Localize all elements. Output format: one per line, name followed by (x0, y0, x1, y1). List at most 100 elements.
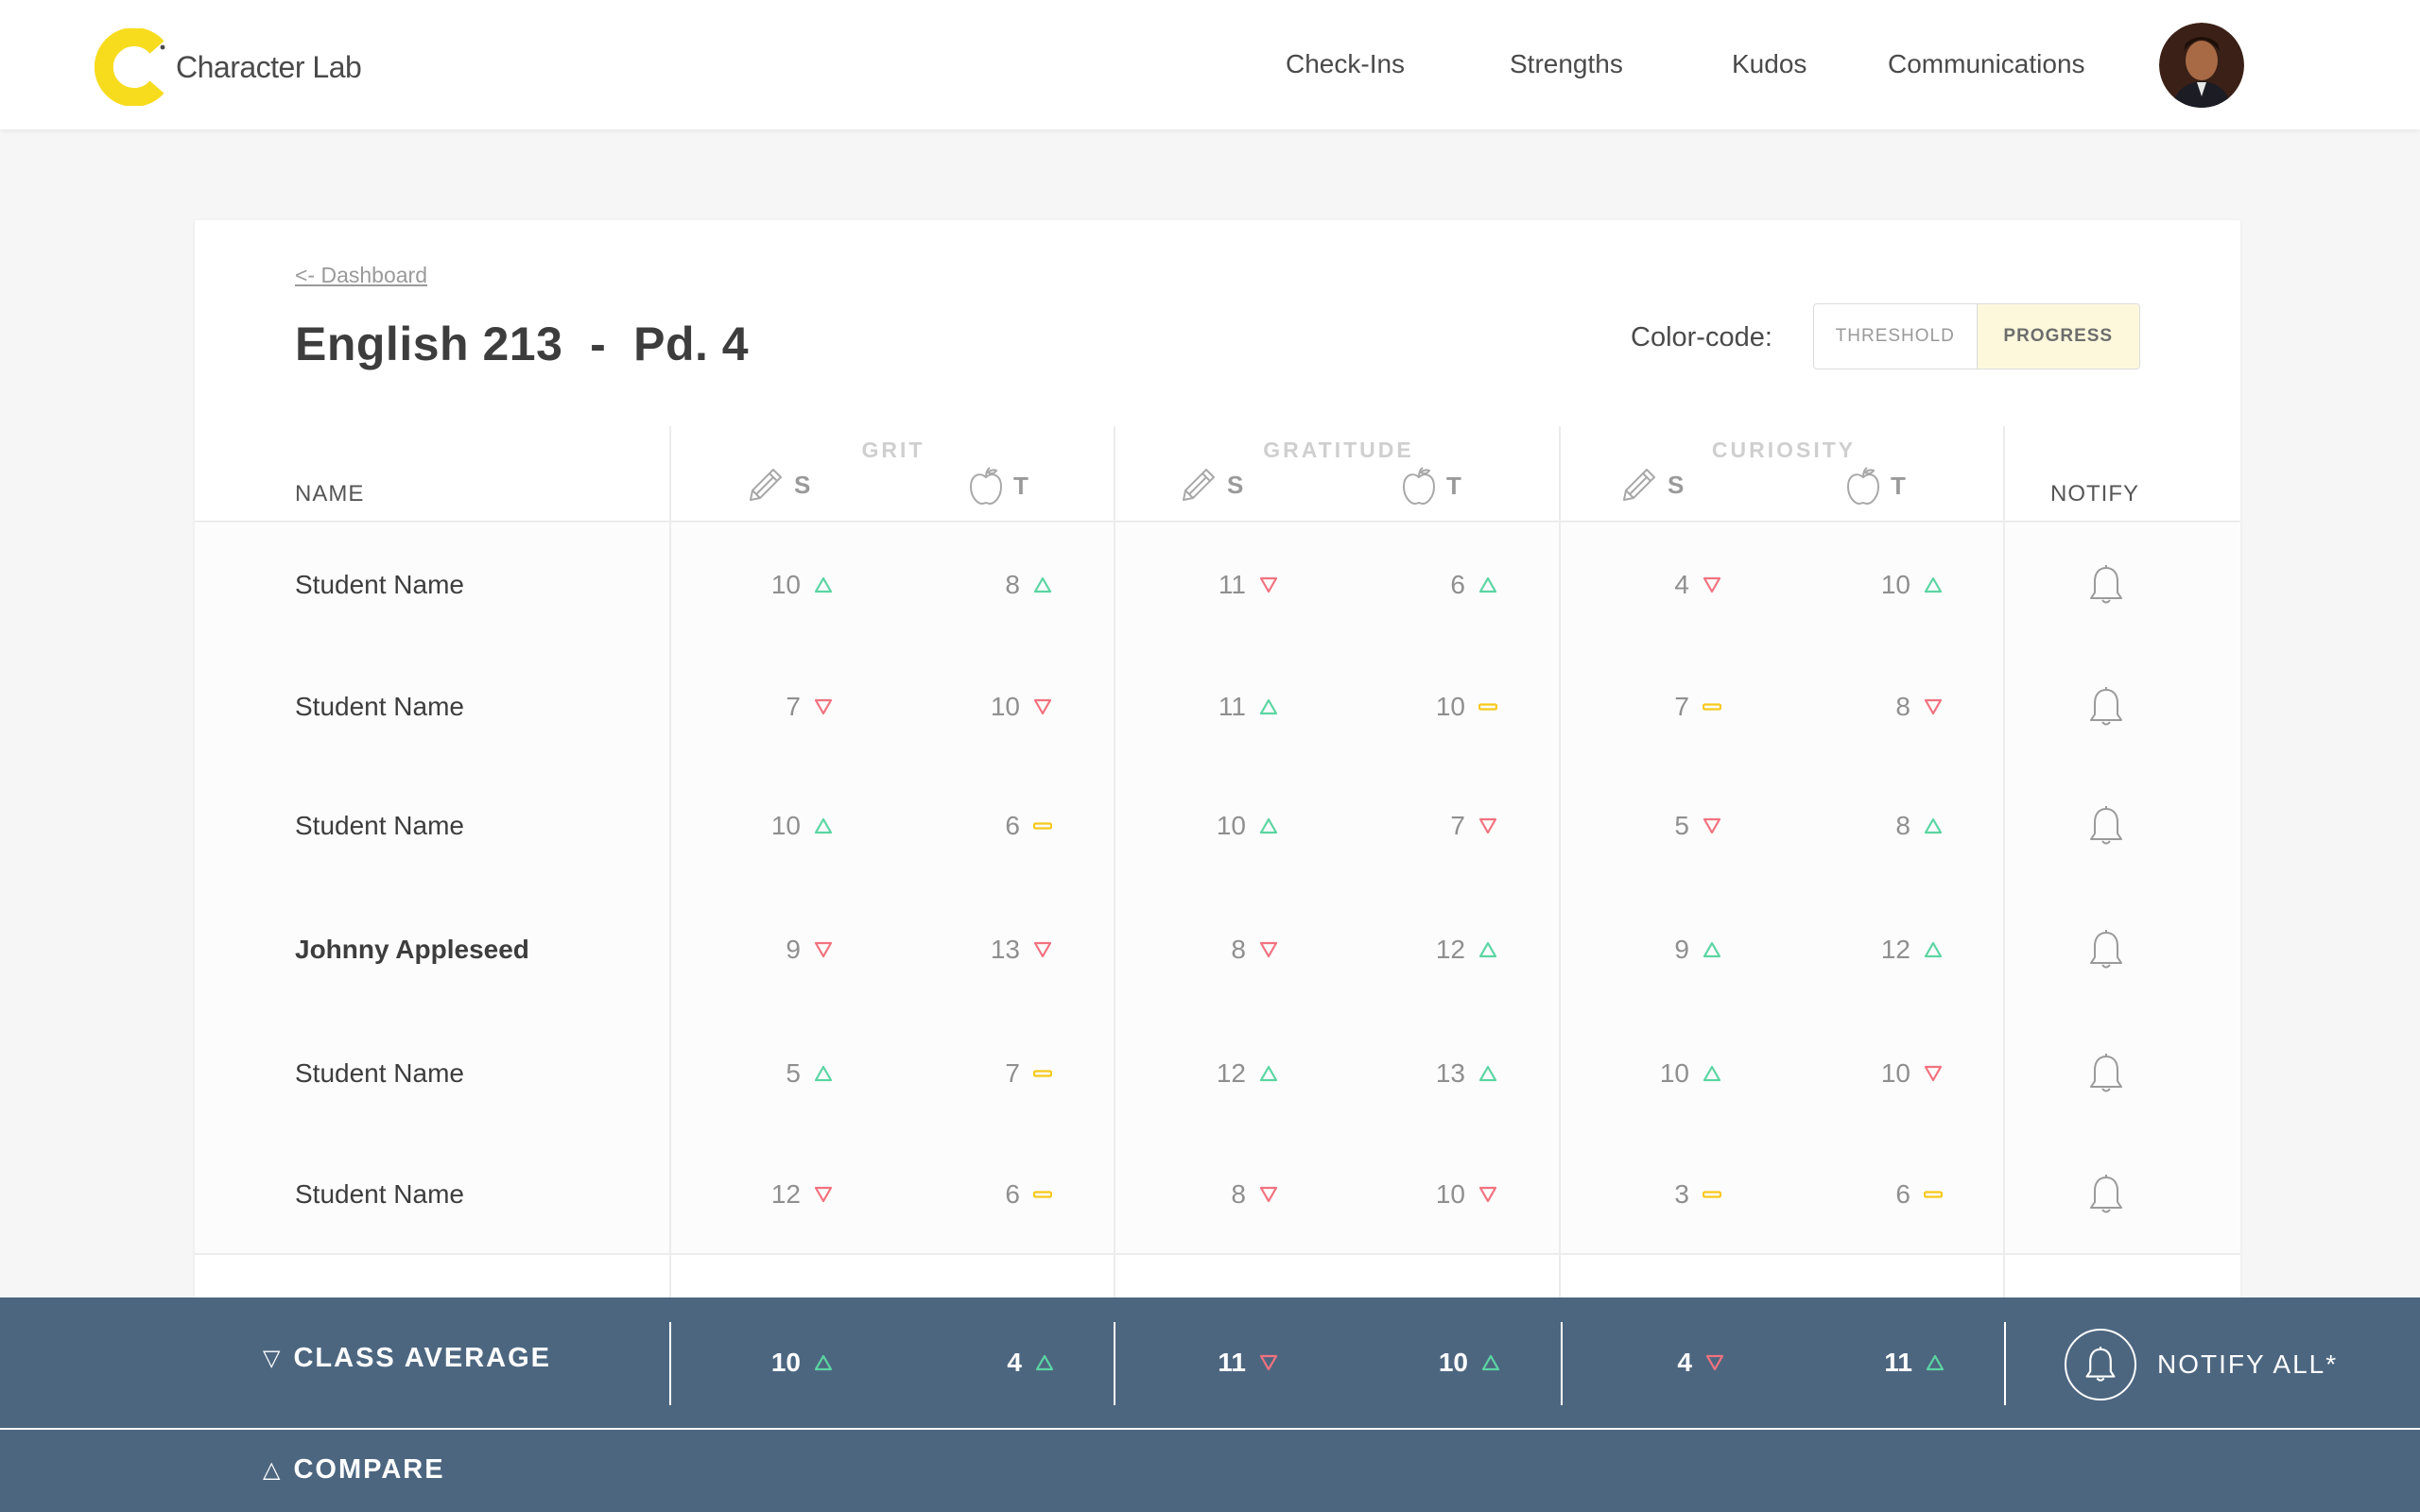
score-value: 6 (1450, 570, 1465, 599)
score-value: 5 (786, 1058, 801, 1088)
score-value: 8 (1231, 1178, 1246, 1209)
nav-check-ins[interactable]: Check-Ins (1286, 49, 1405, 79)
score-value: 8 (1231, 934, 1246, 964)
trend-down-icon (1033, 941, 1052, 957)
trend-flat-icon (1033, 1070, 1052, 1077)
student-name[interactable]: Student Name (295, 570, 464, 600)
notify-all-bell-icon (2065, 1329, 2136, 1400)
score-value: 7 (1005, 1058, 1020, 1088)
score-value: 10 (1216, 811, 1246, 840)
score-value: 9 (1674, 934, 1689, 964)
bell-icon[interactable] (2087, 564, 2125, 606)
score-value: 10 (770, 811, 801, 840)
trend-down-icon (814, 1186, 833, 1202)
score-value: 6 (1005, 811, 1020, 840)
trend-down-icon (1703, 576, 1721, 593)
score-value: 10 (990, 691, 1020, 721)
trend-up-icon (1033, 576, 1052, 593)
bell-icon[interactable] (2087, 1174, 2125, 1215)
class-average-toggle[interactable]: ▽ CLASS AVERAGE (263, 1343, 551, 1374)
score-value: 12 (770, 1178, 801, 1209)
score-value: 10 (1659, 1058, 1689, 1088)
student-name[interactable]: Student Name (295, 1179, 464, 1210)
notify-column-header: NOTIFY (2050, 481, 2139, 507)
curiosity-group-header: CURIOSITY (1711, 438, 1857, 462)
score-value: 10 (1880, 570, 1910, 599)
page-title: English 213 - Pd. 4 (295, 318, 750, 370)
score-value: 9 (786, 934, 801, 964)
grit-group-header: GRIT (861, 438, 925, 462)
trend-up-icon (1478, 1065, 1497, 1082)
table-row[interactable]: Student Name 7 10 11 10 7 8 (195, 647, 2240, 767)
trend-down-icon (1033, 698, 1052, 714)
trend-up-icon (814, 1354, 833, 1371)
score-value: 10 (770, 570, 801, 599)
compare-toggle[interactable]: △ COMPARE (263, 1454, 445, 1486)
user-avatar[interactable] (2159, 23, 2244, 108)
student-name[interactable]: Student Name (295, 692, 464, 722)
sub-header-label: S (1227, 470, 1244, 499)
progress-option[interactable]: PROGRESS (1977, 304, 2139, 369)
trend-up-icon (814, 817, 833, 834)
collapse-triangle-icon: △ (263, 1457, 283, 1483)
score-value: 12 (1216, 1058, 1246, 1088)
score-value: 10 (1880, 1058, 1910, 1088)
notify-all-button[interactable]: NOTIFY ALL* (2065, 1329, 2338, 1400)
nav-kudos[interactable]: Kudos (1732, 49, 1806, 79)
trend-up-icon (1703, 1065, 1721, 1082)
average-value: 10 (770, 1348, 801, 1377)
logo-c-icon (95, 28, 165, 106)
nav-communications[interactable]: Communications (1888, 49, 2085, 79)
score-value: 11 (1218, 570, 1246, 599)
compare-bar: △ COMPARE (0, 1430, 2420, 1512)
notify-all-label: NOTIFY ALL* (2157, 1349, 2339, 1379)
table-row[interactable]: Student Name 10 8 11 6 4 10 (195, 523, 2240, 649)
score-value: 3 (1674, 1178, 1689, 1209)
sub-header-label: S (1668, 470, 1685, 499)
sub-header-label: S (794, 470, 811, 499)
teacher-report-column-header: T (1845, 466, 1906, 506)
average-value: 4 (1007, 1348, 1022, 1377)
top-navigation-bar: Character Lab Check-Ins Strengths Kudos … (0, 0, 2420, 129)
bell-icon[interactable] (2087, 686, 2125, 728)
trend-down-icon (1924, 698, 1943, 714)
class-card: <- Dashboard English 213 - Pd. 4 Color-c… (195, 220, 2240, 1297)
expand-triangle-icon: ▽ (263, 1346, 283, 1371)
score-value: 11 (1218, 691, 1246, 721)
trend-up-icon (1478, 941, 1497, 957)
bell-icon[interactable] (2087, 1053, 2125, 1094)
trend-down-icon (814, 698, 833, 714)
sub-header-label: T (1891, 471, 1906, 500)
student-name[interactable]: Johnny Appleseed (295, 935, 529, 965)
trend-down-icon (1259, 1354, 1278, 1371)
trend-up-icon (814, 1065, 833, 1082)
bell-icon[interactable] (2087, 929, 2125, 971)
score-value: 7 (1450, 811, 1465, 840)
apple-icon (969, 467, 1003, 506)
character-lab-logo[interactable]: Character Lab (95, 28, 362, 106)
table-row[interactable]: Student Name 12 6 8 10 3 6 (195, 1135, 2240, 1255)
trend-down-icon (1478, 1186, 1497, 1202)
score-value: 7 (786, 691, 801, 721)
pencil-icon (750, 469, 782, 501)
score-value: 8 (1895, 811, 1910, 840)
teacher-report-column-header: T (968, 466, 1028, 506)
back-to-dashboard-link[interactable]: <- Dashboard (295, 263, 427, 288)
trend-up-icon (1035, 1354, 1054, 1371)
compare-label: COMPARE (293, 1454, 445, 1485)
threshold-option[interactable]: THRESHOLD (1814, 304, 1978, 369)
bell-icon[interactable] (2087, 805, 2125, 847)
score-value: 13 (990, 934, 1020, 964)
pencil-icon (1623, 469, 1655, 501)
column-divider (1114, 1322, 1115, 1405)
nav-strengths[interactable]: Strengths (1510, 49, 1623, 79)
gratitude-group-header: GRATITUDE (1263, 438, 1414, 462)
table-row[interactable]: Student Name 10 6 10 7 5 8 (195, 765, 2240, 888)
table-row[interactable]: Student Name 5 7 12 13 10 10 (195, 1012, 2240, 1137)
student-name[interactable]: Student Name (295, 811, 464, 841)
color-code-toggle: THRESHOLD PROGRESS (1813, 303, 2140, 369)
student-name[interactable]: Student Name (295, 1058, 464, 1089)
table-row[interactable]: Johnny Appleseed 9 13 8 12 9 12 (195, 886, 2240, 1014)
self-report-column-header: S (747, 466, 810, 504)
self-report-column-header: S (1620, 466, 1684, 504)
